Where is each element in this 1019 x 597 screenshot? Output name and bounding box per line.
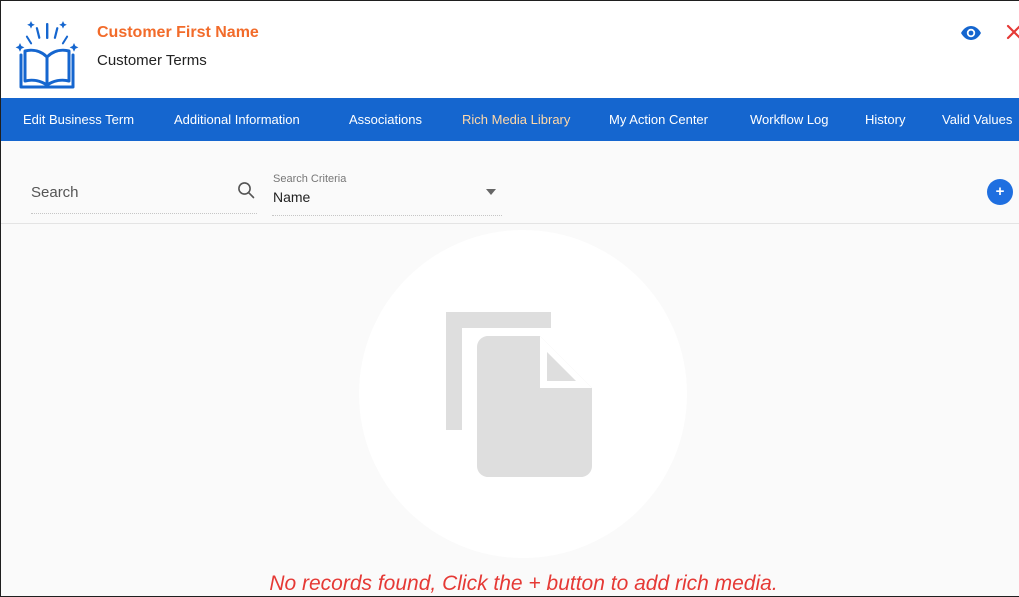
search-criteria-select[interactable]: Search Criteria Name: [272, 171, 502, 216]
search-icon[interactable]: [237, 181, 255, 199]
search-criteria-label: Search Criteria: [273, 173, 347, 185]
tab-associations[interactable]: Associations: [349, 98, 422, 141]
documents-icon: [446, 312, 592, 477]
tab-history[interactable]: History: [865, 98, 905, 141]
header: Customer First Name Customer Terms: [1, 1, 1019, 98]
tab-my-action-center[interactable]: My Action Center: [609, 98, 708, 141]
search-input[interactable]: [31, 179, 221, 205]
open-book-logo-icon: [15, 21, 79, 89]
content-area: Search Criteria Name + No records found,…: [1, 141, 1019, 596]
add-rich-media-button[interactable]: +: [987, 179, 1013, 205]
toolbar: Search Criteria Name +: [1, 141, 1019, 224]
eye-icon[interactable]: [960, 25, 982, 41]
tab-rich-media-library[interactable]: Rich Media Library: [462, 98, 570, 141]
tab-workflow-log[interactable]: Workflow Log: [750, 98, 829, 141]
tab-additional-information[interactable]: Additional Information: [174, 98, 300, 141]
search-field: [31, 173, 257, 214]
chevron-down-icon: [486, 189, 496, 195]
tab-valid-values[interactable]: Valid Values: [942, 98, 1012, 141]
term-title: Customer First Name: [97, 24, 259, 41]
add-button-label: +: [995, 183, 1005, 200]
close-icon[interactable]: [1006, 23, 1019, 41]
tab-bar: Edit Business Term Additional Informatio…: [1, 98, 1019, 141]
rich-media-library-window: Customer First Name Customer Terms Edit …: [0, 0, 1019, 597]
tab-edit-business-term[interactable]: Edit Business Term: [23, 98, 134, 141]
term-subtitle: Customer Terms: [97, 52, 207, 69]
search-criteria-value: Name: [273, 189, 311, 205]
empty-state-illustration: [359, 230, 687, 558]
empty-state-message: No records found, Click the + button to …: [269, 572, 778, 595]
